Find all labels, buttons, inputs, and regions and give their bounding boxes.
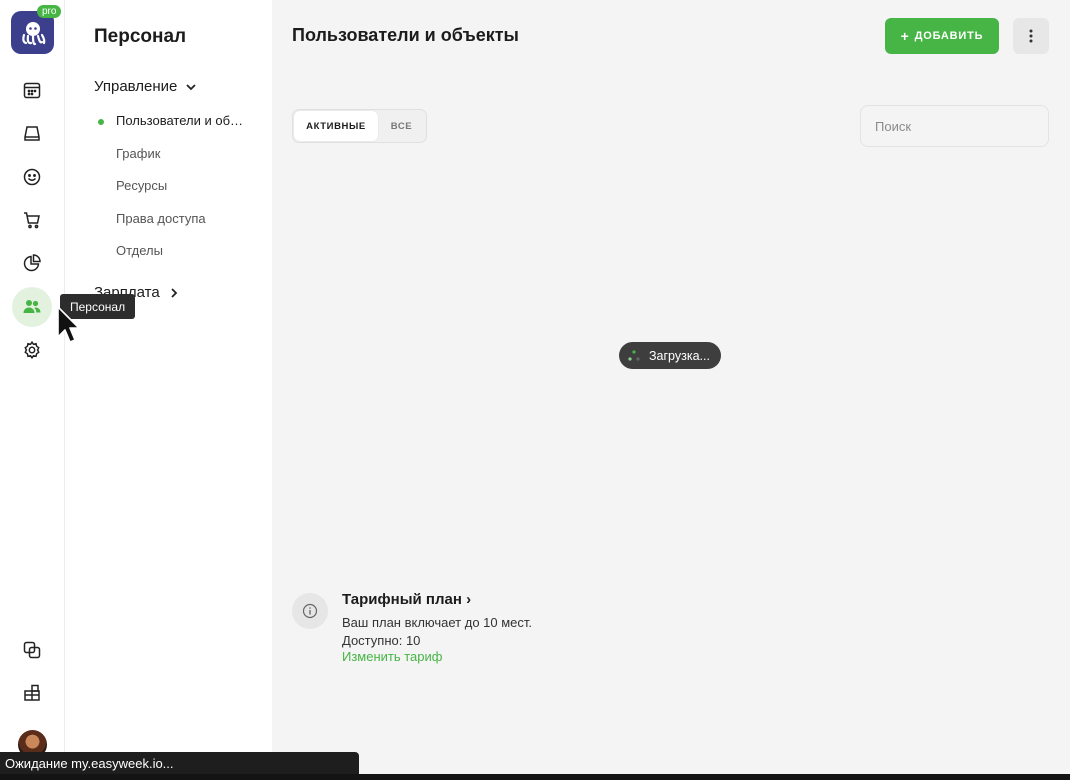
gift-icon bbox=[22, 683, 42, 703]
loading-text: Загрузка... bbox=[649, 349, 710, 363]
plus-icon: + bbox=[901, 28, 910, 44]
octopus-logo-icon bbox=[18, 18, 48, 48]
pro-badge: pro bbox=[37, 5, 61, 18]
group-management-label: Управление bbox=[94, 78, 177, 95]
plan-description: Ваш план включает до 10 мест. bbox=[342, 615, 532, 630]
window-bottom-edge bbox=[0, 774, 1070, 780]
tab-active[interactable]: АКТИВНЫЕ bbox=[294, 111, 378, 141]
sidebar-title: Персонал bbox=[94, 26, 186, 48]
inbox-icon bbox=[22, 123, 42, 143]
add-button-label: ДОБАВИТЬ bbox=[915, 30, 984, 42]
active-indicator bbox=[98, 119, 104, 125]
rail-inbox[interactable] bbox=[12, 113, 52, 153]
pie-chart-icon bbox=[22, 253, 42, 273]
plan-title: Тарифный план bbox=[342, 591, 462, 608]
rail-shop[interactable] bbox=[12, 200, 52, 240]
search-input[interactable] bbox=[875, 119, 1051, 134]
loading-indicator: Загрузка... bbox=[619, 342, 721, 369]
status-tabs: АКТИВНЫЕ ВСЕ bbox=[292, 109, 427, 143]
info-icon bbox=[292, 593, 328, 629]
plan-available: Доступно: 10 bbox=[342, 633, 420, 648]
rail-settings[interactable] bbox=[12, 330, 52, 370]
search-box bbox=[860, 105, 1049, 147]
rail-clients[interactable] bbox=[12, 157, 52, 197]
smiley-icon bbox=[22, 167, 42, 187]
sidebar-item-access[interactable]: Права доступа bbox=[116, 211, 206, 226]
sidebar-item-schedule[interactable]: График bbox=[116, 146, 160, 161]
group-management[interactable]: Управление bbox=[94, 78, 197, 95]
plan-title-link[interactable]: Тарифный план › bbox=[342, 591, 471, 608]
calendar-icon bbox=[22, 80, 42, 100]
chevron-right-icon: › bbox=[466, 591, 471, 608]
rail-analytics[interactable] bbox=[12, 243, 52, 283]
cart-icon bbox=[22, 210, 42, 230]
icon-rail: pro bbox=[0, 0, 65, 780]
sidebar-item-departments[interactable]: Отделы bbox=[116, 243, 163, 258]
spinner-icon bbox=[627, 349, 641, 363]
more-vertical-icon bbox=[1029, 29, 1033, 43]
sidebar-item-resources[interactable]: Ресурсы bbox=[116, 178, 167, 193]
rail-calendar[interactable] bbox=[12, 70, 52, 110]
more-button[interactable] bbox=[1013, 18, 1049, 54]
chevron-right-icon bbox=[168, 287, 180, 299]
rail-staff[interactable] bbox=[12, 287, 52, 327]
page-title: Пользователи и объекты bbox=[292, 25, 519, 46]
rail-copy[interactable] bbox=[12, 630, 52, 670]
add-button[interactable]: + ДОБАВИТЬ bbox=[885, 18, 999, 54]
copy-icon bbox=[22, 640, 42, 660]
section-sidebar: Персонал Управление Пользователи и об… Г… bbox=[65, 0, 272, 780]
chevron-down-icon bbox=[185, 81, 197, 93]
change-plan-link[interactable]: Изменить тариф bbox=[342, 649, 442, 664]
mouse-cursor-icon bbox=[57, 306, 81, 346]
staff-icon bbox=[22, 297, 42, 317]
browser-status-bar: Ожидание my.easyweek.io... bbox=[0, 752, 359, 774]
sidebar-item-users[interactable]: Пользователи и об… bbox=[116, 113, 243, 128]
rail-gift[interactable] bbox=[12, 673, 52, 713]
tab-all[interactable]: ВСЕ bbox=[378, 111, 425, 141]
gear-icon bbox=[22, 340, 42, 360]
